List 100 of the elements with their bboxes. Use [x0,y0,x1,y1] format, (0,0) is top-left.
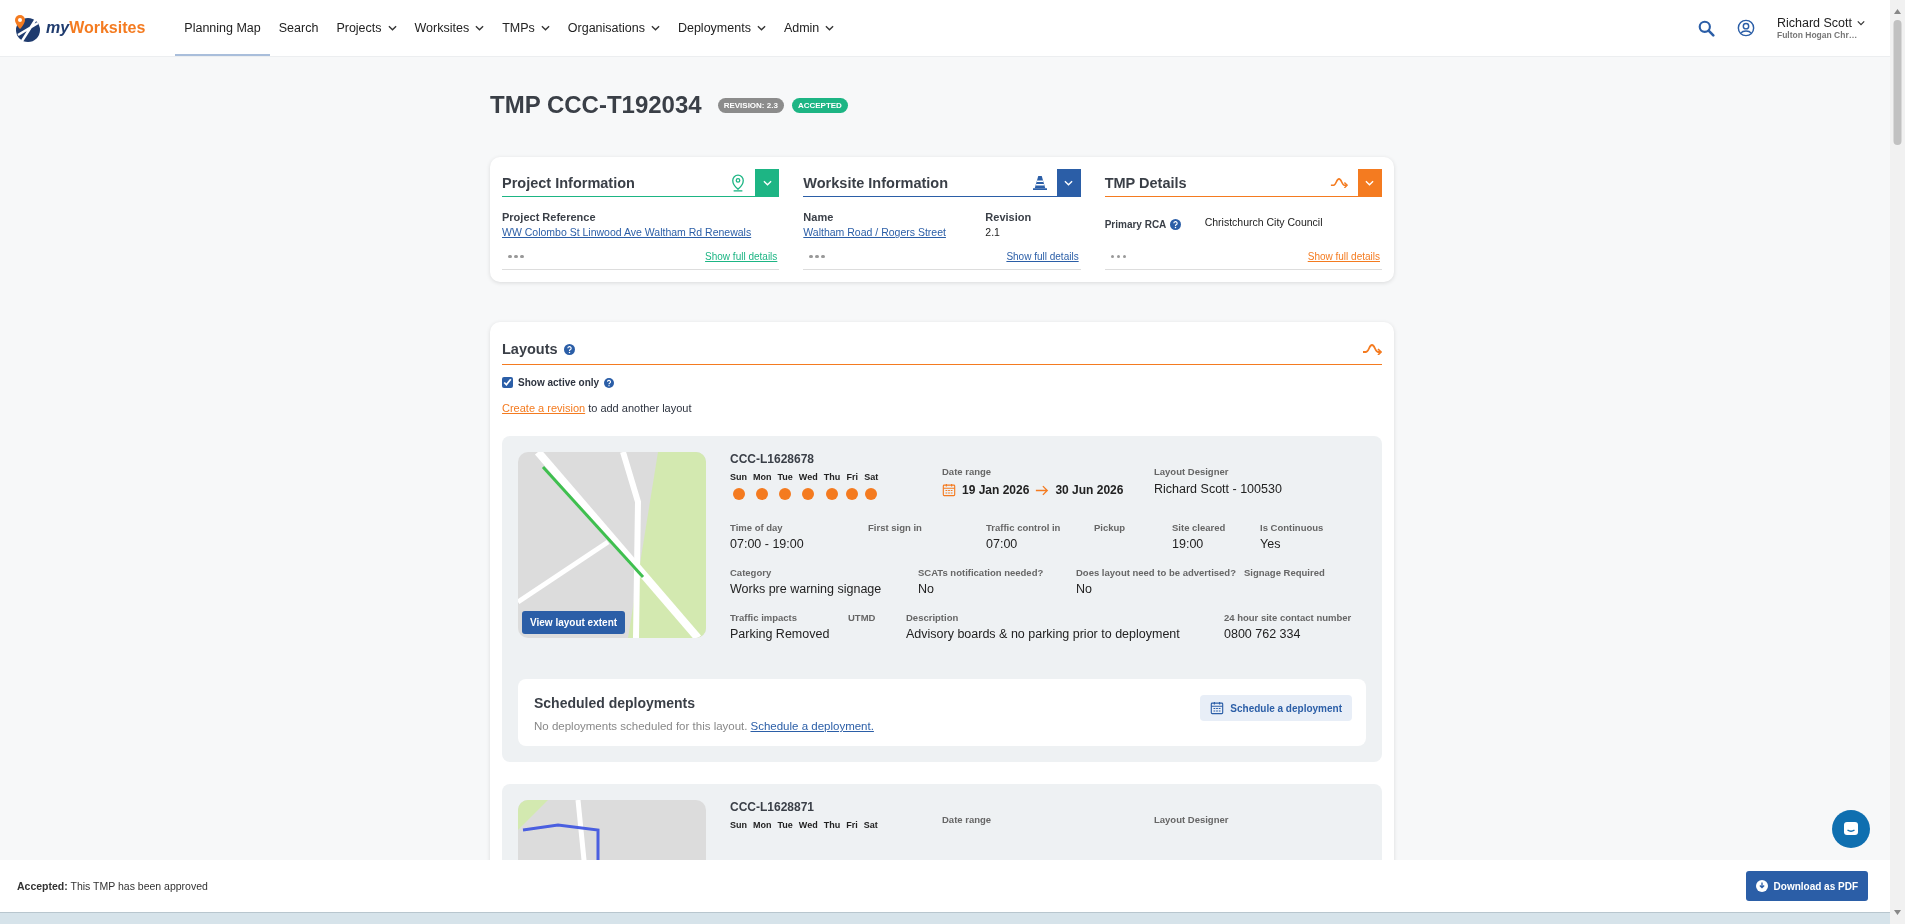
status-badge: ACCEPTED [791,97,848,113]
weekday-label: Fri [846,820,858,830]
show-full-details-link[interactable]: Show full details [1006,251,1079,262]
field-label: 24 hour site contact number [1224,612,1353,623]
nav-menu-item[interactable]: Admin [774,0,844,56]
schedule-deployment-link[interactable]: Schedule a deployment. [750,720,874,732]
field-value: 07:00 - 19:00 [730,537,805,551]
status-badge: REVISION: 2.3 [717,97,784,113]
section-title: TMP Details [1104,174,1188,191]
layout-id: CCC-L1628678 [730,452,816,466]
field-label: Layout Designer [1154,466,1230,477]
weekday-label: Sat [863,820,878,830]
section-title: Worksite Information [803,174,950,191]
caret-icon [1365,179,1375,186]
field-value: No [1076,582,1093,596]
chat-button[interactable] [1832,810,1870,848]
field-value: 0800 762 334 [1224,627,1302,641]
user-avatar-icon[interactable] [1736,19,1755,37]
field-label: Description [906,612,960,623]
field-label: Date range [942,814,993,825]
field-value: Yes [1260,537,1282,551]
field-value: 07:00 [986,537,1019,551]
schedule-deployment-button[interactable]: Schedule a deployment [1200,695,1352,721]
weekday-label: Sat [864,472,879,482]
user-name[interactable]: Richard Scott [1776,16,1852,30]
field-label: Revision [985,211,1032,223]
route-icon [1330,177,1348,188]
field-value: Christchurch City Council [1204,216,1323,228]
status-message: Accepted: This TMP has been approved [17,880,208,892]
field-label: Pickup [1094,522,1127,533]
nav-menu-item[interactable]: Projects [327,0,406,56]
field-value: Works pre warning signage [730,582,883,596]
nav-menu-item[interactable]: Worksites [405,0,494,56]
more-icon[interactable] [809,254,825,259]
more-icon[interactable] [508,254,524,259]
field-value-link[interactable]: WW Colombo St Linwood Ave Waltham Rd Renewals [502,226,752,238]
field-label: Layout Designer [1154,814,1229,825]
caret-icon[interactable] [1857,20,1865,26]
expand-button[interactable] [755,169,780,196]
panel-title: Scheduled deployments [534,695,697,711]
weekday-label: Fri [846,472,858,482]
location-pin-icon [731,173,746,192]
nav-menu-item[interactable]: Organisations [558,0,669,56]
page-title: TMP CCC-T192034 [490,91,702,119]
help-icon[interactable] [1170,219,1182,230]
weekday-label: Thu [823,820,841,830]
search-icon[interactable] [1697,19,1715,37]
field-label: Traffic control in [986,522,1062,533]
end-date: 30 Jun 2026 [1055,483,1124,497]
field-label: Does layout need to be advertised? [1076,567,1236,578]
download-icon [1755,880,1768,892]
field-label: UTMD [848,612,877,623]
user-organisation: Fulton Hogan Chr… [1776,30,1859,40]
traffic-cone-icon [1032,174,1047,191]
field-label: Traffic impacts [730,612,799,623]
nav-menu-item[interactable]: TMPs [493,0,559,56]
field-value-link[interactable]: Waltham Road / Rogers Street [803,226,964,238]
create-revision-text: to add another layout [588,402,692,414]
field-value: 19:00 [1172,537,1205,551]
field-label: Signage Required [1244,567,1326,578]
route-icon [1362,343,1382,355]
section-title: Layouts [502,341,558,357]
view-layout-extent-button[interactable]: View layout extent [522,611,626,634]
caret-icon [1064,179,1074,186]
field-label: Date range [942,466,993,477]
logo[interactable]: myWorksites [12,13,146,43]
nav-menu-item[interactable]: Deployments [668,0,775,56]
empty-message: No deployments scheduled for this layout. [534,720,748,732]
scrollbar[interactable] [1890,0,1905,924]
horizontal-scrollbar[interactable] [0,912,1890,924]
calendar-icon [942,483,956,497]
field-value: No [918,582,935,596]
expand-button[interactable] [1056,169,1081,196]
caret-icon [762,179,772,186]
field-label: Site cleared [1172,522,1227,533]
arrow-right-icon [1035,484,1050,496]
section-title: Project Information [502,174,636,191]
field-value: Richard Scott - 100530 [1154,482,1282,496]
weekday-label: Thu [823,472,841,482]
help-icon[interactable] [604,377,615,388]
field-label: Time of day [730,522,784,533]
field-label: Primary RCA [1104,219,1167,230]
field-label: Project Reference [502,211,596,223]
layout-id: CCC-L1628871 [730,800,816,814]
field-value: Parking Removed [730,627,831,641]
field-value: Advisory boards & no parking prior to deployment [906,627,1181,641]
help-icon[interactable] [563,343,575,355]
show-active-checkbox[interactable] [502,377,513,388]
more-icon[interactable] [1110,254,1127,259]
weekday-label: Tue [777,820,793,830]
weekday-label: Wed [798,820,818,830]
calendar-icon [1210,701,1225,715]
download-pdf-button[interactable]: Download as PDF [1745,871,1868,901]
weekday-label: Sun [730,820,747,830]
weekday-label: Tue [777,472,793,482]
checkbox-label: Show active only [518,377,600,388]
weekday-label: Mon [753,472,772,482]
weekday-label: Mon [753,820,772,830]
field-label: Category [730,567,773,578]
nav-menu-item[interactable]: Search [269,0,328,56]
